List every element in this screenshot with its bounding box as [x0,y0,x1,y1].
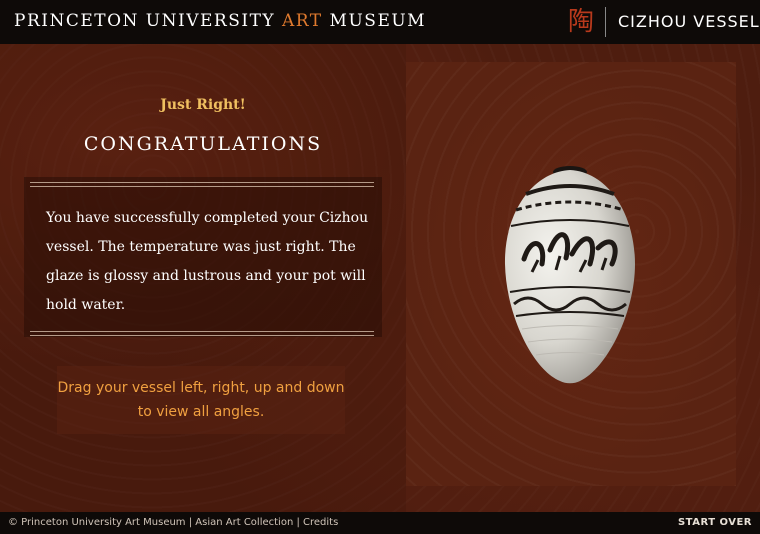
drag-hint: Drag your vessel left, right, up and dow… [57,380,345,420]
museum-name-part2: MUSEUM [322,11,427,31]
start-over-button[interactable]: START OVER [678,517,752,528]
copyright-link[interactable]: © Princeton University Art Museum [8,517,186,528]
credits-link[interactable]: Credits [303,517,338,528]
result-headline: CONGRATULATIONS [83,133,323,155]
footer-separator: | [185,517,196,528]
seal-icon: 陶 [567,7,594,37]
footer-links: © Princeton University Art Museum | Asia… [8,517,338,528]
cizhou-vessel-image[interactable] [502,164,638,386]
result-subtitle: Just Right! [160,97,246,113]
header-bar: PRINCETON UNIVERSITY ART MUSEUM 陶 CIZHOU… [0,0,760,44]
footer-bar: © Princeton University Art Museum | Asia… [0,512,760,534]
header-divider [605,7,606,37]
museum-name-part1: PRINCETON UNIVERSITY [14,11,283,31]
museum-logo[interactable]: PRINCETON UNIVERSITY ART MUSEUM [14,11,426,31]
message-bottom-rule [30,331,374,336]
museum-name-art: ART [282,11,323,31]
result-message: You have successfully completed your Ciz… [46,210,369,313]
footer-separator: | [293,517,304,528]
asian-art-collection-link[interactable]: Asian Art Collection [195,517,293,528]
message-top-rule [30,182,374,187]
page-title: CIZHOU VESSEL [618,12,760,31]
